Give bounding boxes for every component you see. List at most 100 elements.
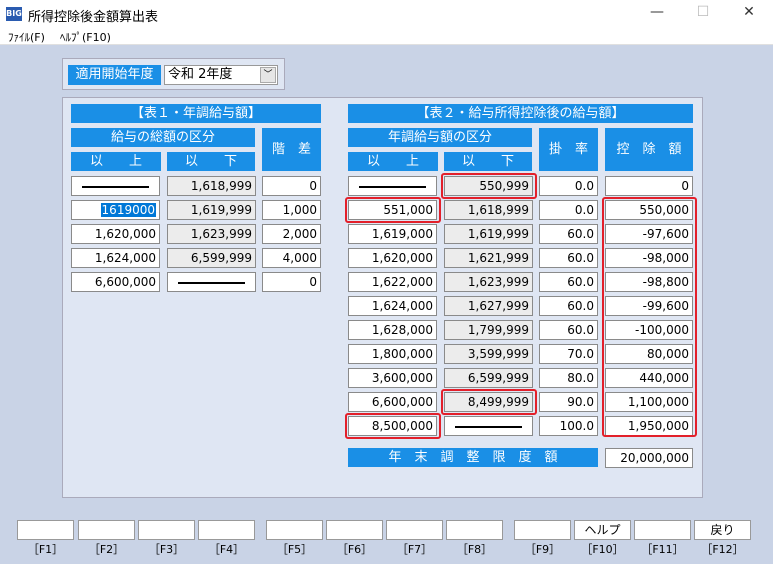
t2-rate-cell[interactable]: 70.0 (539, 344, 598, 364)
t2-rate-cell[interactable]: 60.0 (539, 320, 598, 340)
t2-rate-cell[interactable]: 0.0 (539, 176, 598, 196)
minimize-button[interactable]: — (642, 4, 672, 24)
t2-from-cell[interactable]: 1,624,000 (348, 296, 437, 316)
t2-to-cell: 1,627,999 (444, 296, 533, 316)
f1-button[interactable] (17, 520, 74, 540)
app-icon: BIG (6, 7, 22, 21)
help-button[interactable]: ヘルプ (574, 520, 631, 540)
t2-rate-cell[interactable]: 0.0 (539, 200, 598, 220)
back-button[interactable]: 戻り (694, 520, 751, 540)
t2-to-cell: 6,599,999 (444, 368, 533, 388)
table2-group-header: 年調給与額の区分 (348, 128, 532, 147)
year-selector-box: 適用開始年度 令和 2年度 ﹀ (62, 58, 285, 90)
t2-from-cell[interactable]: 1,800,000 (348, 344, 437, 364)
t2-rate-cell[interactable]: 60.0 (539, 296, 598, 316)
t2-rate-cell[interactable]: 100.0 (539, 416, 598, 436)
highlight-box (345, 413, 441, 439)
f3-key-label: ［F3］ (148, 543, 185, 556)
t2-rate-cell[interactable]: 60.0 (539, 224, 598, 244)
f12-key-label: ［F12］ (701, 543, 744, 556)
f5-key-label: ［F5］ (276, 543, 313, 556)
f8-key-label: ［F8］ (456, 543, 493, 556)
t2-to-cell: 1,623,999 (444, 272, 533, 292)
table1-title: 【表１・年調給与額】 (71, 104, 321, 123)
f11-key-label: ［F11］ (641, 543, 684, 556)
f2-button[interactable] (78, 520, 135, 540)
f8-button[interactable] (446, 520, 503, 540)
t1-to-cell: 1,619,999 (167, 200, 256, 220)
f6-button[interactable] (326, 520, 383, 540)
t1-diff-cell[interactable]: 0 (262, 176, 321, 196)
t1-from-cell[interactable]: 1,624,000 (71, 248, 160, 268)
t2-rate-cell[interactable]: 90.0 (539, 392, 598, 412)
t2-deduct-cell[interactable]: 0 (605, 176, 693, 196)
t1-to-cell: 6,599,999 (167, 248, 256, 268)
table1-group-header: 給与の総額の区分 (71, 128, 255, 147)
t2-from-cell[interactable]: 1,622,000 (348, 272, 437, 292)
table2-col-from: 以 上 (348, 152, 438, 171)
t1-diff-cell[interactable]: 2,000 (262, 224, 321, 244)
year-value: 令和 2年度 (168, 67, 233, 82)
t2-rate-cell[interactable]: 60.0 (539, 248, 598, 268)
year-label: 適用開始年度 (68, 65, 161, 85)
highlight-box (441, 173, 537, 199)
table2-title: 【表２・給与所得控除後の給与額】 (348, 104, 693, 123)
t2-from-cell[interactable]: 3,600,000 (348, 368, 437, 388)
t1-from-selected-text: 1619000 (100, 203, 156, 217)
t2-from-cell[interactable]: 1,619,000 (348, 224, 437, 244)
table2-col-to: 以 下 (444, 152, 532, 171)
t2-to-cell (444, 416, 533, 436)
close-button[interactable]: ✕ (734, 4, 764, 24)
f3-button[interactable] (138, 520, 195, 540)
highlight-box (345, 197, 441, 223)
highlight-box (441, 389, 537, 415)
f11-button[interactable] (634, 520, 691, 540)
f10-key-label: ［F10］ (581, 543, 624, 556)
t1-from-cell[interactable]: 1,620,000 (71, 224, 160, 244)
t2-from-cell (348, 176, 437, 196)
table1-col-to: 以 下 (167, 152, 255, 171)
table2-col-rate: 掛 率 (539, 128, 598, 171)
t1-diff-cell[interactable]: 4,000 (262, 248, 321, 268)
table2-col-deduct: 控 除 額 (605, 128, 693, 171)
menu-file[interactable]: ﾌｧｲﾙ(F) (8, 29, 45, 45)
t2-to-cell: 1,619,999 (444, 224, 533, 244)
menu-bar: ﾌｧｲﾙ(F) ﾍﾙﾌﾟ(F10) (0, 28, 773, 45)
f2-key-label: ［F2］ (88, 543, 125, 556)
t2-to-cell: 1,799,999 (444, 320, 533, 340)
t1-to-cell (167, 272, 256, 292)
t1-diff-cell[interactable]: 0 (262, 272, 321, 292)
year-select[interactable]: 令和 2年度 ﹀ (164, 65, 278, 85)
f5-button[interactable] (266, 520, 323, 540)
t2-to-cell: 3,599,999 (444, 344, 533, 364)
highlight-box (602, 197, 697, 437)
table1-col-diff: 階 差 (262, 128, 321, 171)
f4-key-label: ［F4］ (208, 543, 245, 556)
t1-from-cell[interactable]: 1619000 (71, 200, 160, 220)
t2-rate-cell[interactable]: 60.0 (539, 272, 598, 292)
menu-help[interactable]: ﾍﾙﾌﾟ(F10) (60, 29, 111, 45)
f7-button[interactable] (386, 520, 443, 540)
f7-key-label: ［F7］ (396, 543, 433, 556)
table1-col-from: 以 上 (71, 152, 161, 171)
window-title: 所得控除後金額算出表 (28, 10, 159, 25)
t2-rate-cell[interactable]: 80.0 (539, 368, 598, 388)
title-bar: BIG 所得控除後金額算出表 — ☐ ✕ (0, 0, 773, 28)
maximize-button[interactable]: ☐ (688, 4, 718, 24)
t2-to-cell: 1,621,999 (444, 248, 533, 268)
f9-key-label: ［F9］ (524, 543, 561, 556)
limit-label: 年 末 調 整 限 度 額 (348, 448, 598, 467)
t2-from-cell[interactable]: 6,600,000 (348, 392, 437, 412)
t1-to-cell: 1,623,999 (167, 224, 256, 244)
f6-key-label: ［F6］ (336, 543, 373, 556)
t2-to-cell: 1,618,999 (444, 200, 533, 220)
t1-diff-cell[interactable]: 1,000 (262, 200, 321, 220)
limit-value-field[interactable]: 20,000,000 (605, 448, 693, 468)
f9-button[interactable] (514, 520, 571, 540)
t2-from-cell[interactable]: 1,628,000 (348, 320, 437, 340)
t2-from-cell[interactable]: 1,620,000 (348, 248, 437, 268)
t1-from-cell[interactable]: 6,600,000 (71, 272, 160, 292)
t1-from-cell[interactable] (71, 176, 160, 196)
f4-button[interactable] (198, 520, 255, 540)
chevron-down-icon[interactable]: ﹀ (260, 67, 276, 83)
